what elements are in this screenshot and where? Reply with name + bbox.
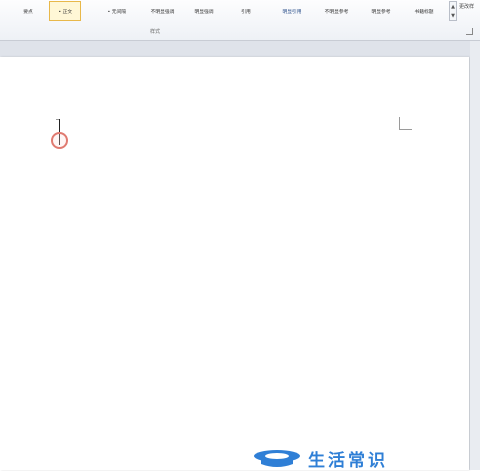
style-quote[interactable]: 引用 — [232, 1, 260, 21]
margin-corner-mark-icon — [399, 117, 412, 130]
watermark-text: 生活常识 — [308, 450, 388, 471]
document-page[interactable] — [0, 57, 469, 470]
watermark-logo-icon — [254, 450, 300, 467]
cursor-highlight-circle — [51, 132, 68, 149]
style-no-spacing[interactable]: • 无间隔 — [97, 1, 137, 21]
style-emphasis[interactable]: 要点 — [14, 1, 42, 21]
ribbon-styles-group: 要点 • 正文 • 无间隔 不明显强调 明显强调 引用 明显引用 不明显参考 明… — [0, 0, 480, 41]
document-area — [0, 41, 480, 470]
dialog-launcher-icon[interactable] — [466, 28, 473, 35]
style-intense-reference[interactable]: 明显参考 — [362, 1, 400, 21]
scroll-down-icon[interactable]: ▼ — [451, 13, 455, 19]
style-label: 不明显强调 — [151, 8, 175, 15]
style-label: • 正文 — [58, 8, 72, 15]
style-label: 明显强调 — [194, 8, 214, 15]
style-label: 明显参考 — [371, 8, 391, 15]
style-label: • 无间隔 — [107, 8, 127, 15]
style-intense-emphasis[interactable]: 明显强调 — [186, 1, 222, 21]
gallery-scrollbar[interactable]: ▲ ▼ — [449, 1, 457, 21]
style-label: 引用 — [241, 8, 251, 15]
style-subtle-emphasis[interactable]: 不明显强调 — [142, 1, 184, 21]
right-gutter — [470, 41, 480, 470]
style-intense-quote[interactable]: 明显引用 — [272, 1, 312, 21]
style-normal[interactable]: • 正文 — [49, 1, 81, 21]
style-label: 书籍标题 — [414, 8, 434, 15]
styles-gallery: 要点 • 正文 • 无间隔 不明显强调 明显强调 引用 明显引用 不明显参考 明… — [0, 0, 450, 22]
style-subtle-reference[interactable]: 不明显参考 — [316, 1, 358, 21]
style-label: 要点 — [23, 8, 33, 15]
scroll-up-icon[interactable]: ▲ — [451, 4, 455, 10]
style-label: 明显引用 — [282, 8, 302, 15]
styles-group-label: 样式 — [149, 29, 160, 35]
style-label: 不明显参考 — [325, 8, 349, 15]
watermark: 生活常识 — [252, 446, 388, 471]
change-styles-button[interactable]: 更改样 — [459, 3, 474, 10]
style-book-title[interactable]: 书籍标题 — [404, 1, 444, 21]
